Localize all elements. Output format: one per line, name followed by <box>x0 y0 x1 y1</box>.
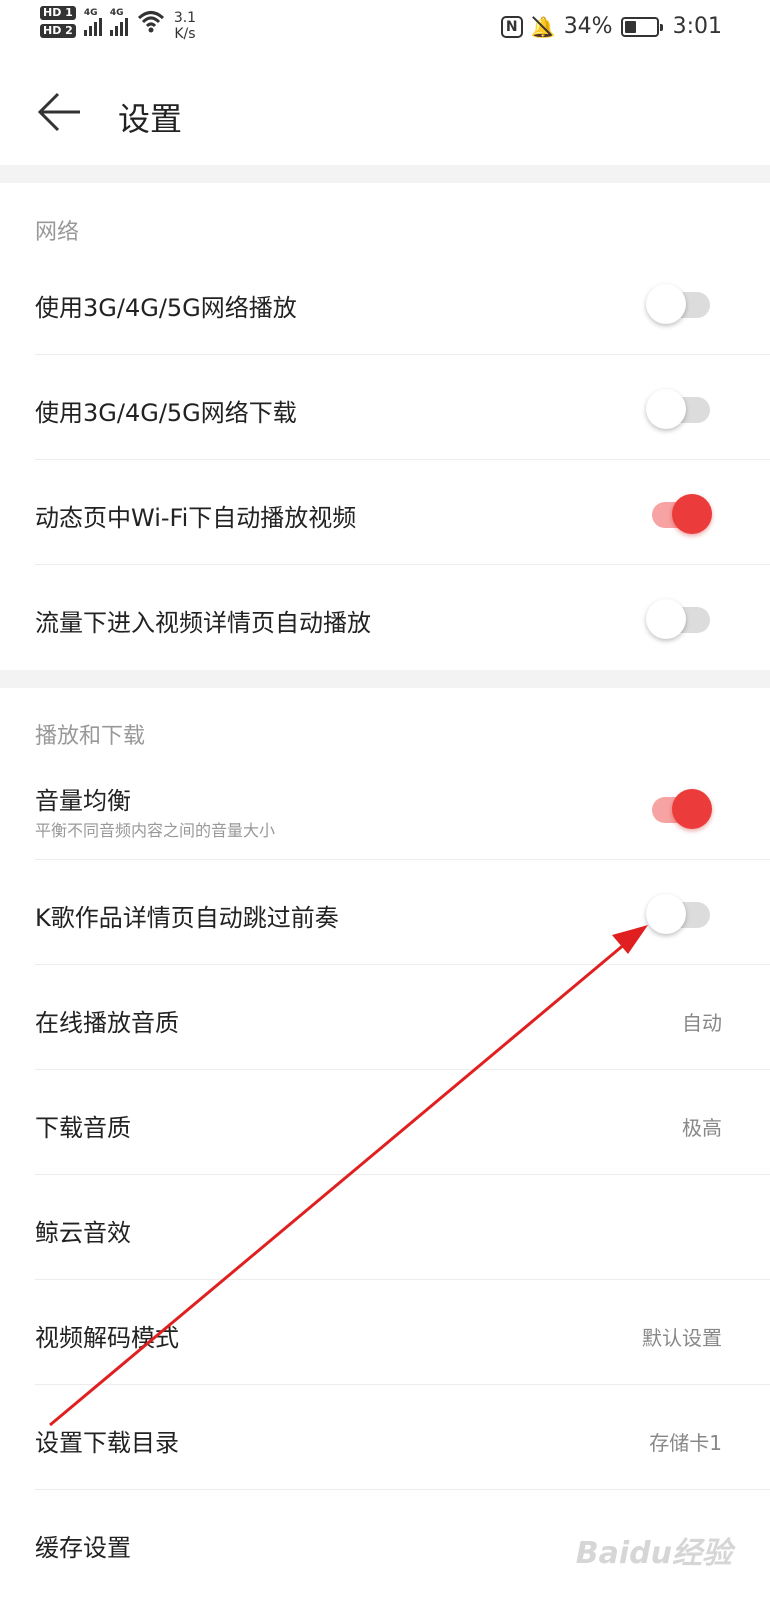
setting-label: 动态页中Wi-Fi下自动播放视频 <box>35 504 357 532</box>
setting-row-download-dir[interactable]: 设置下载目录 存储卡1 <box>0 1385 770 1490</box>
battery-icon <box>620 16 663 37</box>
toggle-data-autoplay[interactable] <box>646 595 714 639</box>
signal2-icon: 4G <box>109 6 128 36</box>
section-divider <box>0 165 770 183</box>
section-divider <box>0 670 770 688</box>
setting-label: 在线播放音质 <box>35 1009 179 1037</box>
setting-row-volume-balance[interactable]: 音量均衡 平衡不同音频内容之间的音量大小 <box>0 755 770 860</box>
status-left: HD 1 HD 2 4G 4G 3.1 K/s <box>40 6 196 42</box>
clock-time: 3:01 <box>672 14 722 39</box>
network-speed: 3.1 K/s <box>174 10 196 42</box>
network-type-1: 4G <box>83 8 98 18</box>
setting-row-mobile-download[interactable]: 使用3G/4G/5G网络下载 <box>0 355 770 460</box>
wifi-icon <box>137 11 164 33</box>
setting-row-karaoke-skip[interactable]: K歌作品详情页自动跳过前奏 <box>0 860 770 965</box>
setting-value: 极高 <box>682 1116 722 1140</box>
setting-row-wifi-autoplay[interactable]: 动态页中Wi-Fi下自动播放视频 <box>0 460 770 565</box>
setting-sublabel: 平衡不同音频内容之间的音量大小 <box>35 821 276 840</box>
setting-label: 音量均衡 <box>35 787 131 815</box>
battery-percent: 34% <box>563 14 613 39</box>
baidu-watermark: Baidu经验 <box>575 1536 732 1571</box>
setting-label: 使用3G/4G/5G网络下载 <box>35 399 297 427</box>
toggle-wifi-autoplay[interactable] <box>646 490 714 534</box>
page-title: 设置 <box>118 100 183 138</box>
app-header: 设置 <box>0 60 770 165</box>
setting-row-data-autoplay[interactable]: 流量下进入视频详情页自动播放 <box>0 565 770 670</box>
status-bar: HD 1 HD 2 4G 4G 3.1 K/s N 🔔 34% 3:01 <box>0 0 770 60</box>
setting-row-online-quality[interactable]: 在线播放音质 自动 <box>0 965 770 1070</box>
network-type-2: 4G <box>109 8 124 18</box>
setting-label: 视频解码模式 <box>35 1324 179 1352</box>
setting-value: 存储卡1 <box>649 1431 722 1455</box>
bell-muted-icon: 🔔 <box>530 14 556 39</box>
setting-row-sound-effects[interactable]: 鲸云音效 <box>0 1175 770 1280</box>
setting-row-mobile-play[interactable]: 使用3G/4G/5G网络播放 <box>0 250 770 355</box>
setting-label: 设置下载目录 <box>35 1429 179 1457</box>
hd2-badge: HD 2 <box>40 24 76 38</box>
setting-value: 自动 <box>682 1011 722 1035</box>
toggle-mobile-download[interactable] <box>646 385 714 429</box>
setting-label: K歌作品详情页自动跳过前奏 <box>35 904 339 932</box>
setting-label: 下载音质 <box>35 1114 131 1142</box>
toggle-volume-balance[interactable] <box>646 785 714 829</box>
setting-row-video-decode[interactable]: 视频解码模式 默认设置 <box>0 1280 770 1385</box>
hd-indicators: HD 1 HD 2 <box>40 6 76 38</box>
setting-label: 使用3G/4G/5G网络播放 <box>35 294 297 322</box>
signal1-icon: 4G <box>83 6 102 36</box>
toggle-karaoke-skip[interactable] <box>646 890 714 934</box>
setting-label: 鲸云音效 <box>35 1219 131 1247</box>
network-speed-value: 3.1 <box>173 10 197 26</box>
toggle-mobile-play[interactable] <box>646 280 714 324</box>
back-arrow-icon[interactable] <box>36 90 84 134</box>
setting-label: 缓存设置 <box>35 1534 131 1562</box>
nfc-icon: N <box>500 15 523 38</box>
section-title-playback: 播放和下载 <box>35 724 146 749</box>
setting-label: 流量下进入视频详情页自动播放 <box>35 609 371 637</box>
setting-row-download-quality[interactable]: 下载音质 极高 <box>0 1070 770 1175</box>
hd1-badge: HD 1 <box>40 6 76 20</box>
network-speed-unit: K/s <box>174 26 196 42</box>
section-title-network: 网络 <box>35 220 80 245</box>
setting-value: 默认设置 <box>642 1326 722 1350</box>
status-right: N 🔔 34% 3:01 <box>500 14 722 39</box>
